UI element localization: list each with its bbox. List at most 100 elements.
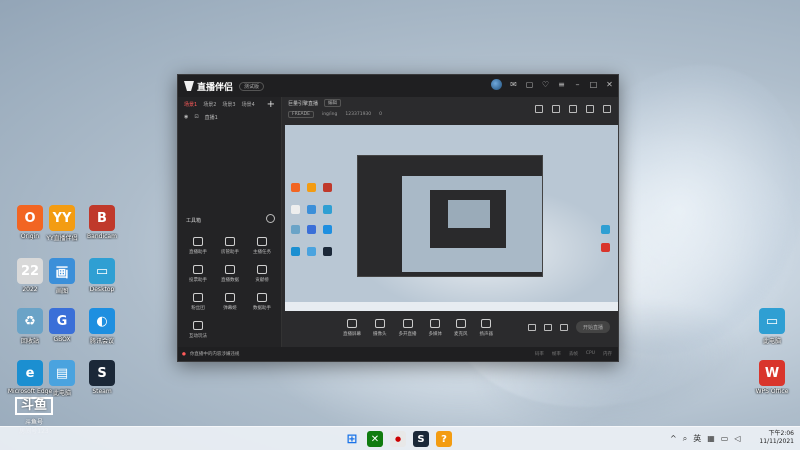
bottom-tool-icon <box>374 319 385 328</box>
bottom-tool-button[interactable]: 摄像头 <box>373 319 387 337</box>
status-warning[interactable]: 你直播中的内容涉嫌违规 <box>190 351 240 357</box>
preview-app-icon <box>601 243 610 252</box>
clock[interactable]: 下午2:06 11/11/2021 <box>754 430 794 446</box>
toolbox-title: 工具箱 <box>186 218 202 224</box>
bottom-tool-label: 多开直播 <box>398 332 417 337</box>
layout-icon[interactable] <box>569 105 577 113</box>
toolbox-item[interactable]: 直播数据 <box>214 265 246 283</box>
toolbox-item[interactable]: 弹幕姬 <box>214 293 246 311</box>
room-tag[interactable]: FREADE <box>288 110 314 118</box>
desktop-icon[interactable]: B Bandicam <box>78 205 126 240</box>
xbox-icon[interactable]: ✕ <box>367 431 383 447</box>
title-bar[interactable]: 直播伴侣 测试版 ✉ ▢ ♡ ≡ – □ ✕ <box>178 75 618 97</box>
bottom-tool-icon <box>402 319 413 328</box>
bell-icon[interactable] <box>586 105 594 113</box>
desktop-icon[interactable]: ▭ Desktop <box>78 258 126 293</box>
tool-label: 投票助手 <box>189 278 207 283</box>
desktop-icon[interactable]: S Steam <box>78 360 126 395</box>
desktop-app-icon: ▭ <box>759 308 785 334</box>
tool-icon <box>193 265 203 274</box>
desktop-icon[interactable]: ▭ 此电脑 <box>748 308 796 345</box>
toolbox-item[interactable]: 房管助手 <box>214 237 246 255</box>
desktop-app-icon: ▭ <box>89 258 115 284</box>
status-stat: 码率 <box>534 352 544 357</box>
skin-icon[interactable]: ▢ <box>525 80 534 89</box>
heart-icon[interactable]: ♡ <box>541 80 550 89</box>
toolbox-item[interactable]: 投票助手 <box>182 265 214 283</box>
steam-taskbar-icon[interactable]: S <box>413 431 429 447</box>
preview-app-icon <box>291 225 300 234</box>
main-toolbar <box>535 105 611 113</box>
language-indicator[interactable]: 英 <box>693 433 701 444</box>
preview-taskbar <box>285 302 618 311</box>
edit-pill[interactable]: 编辑 <box>324 99 342 107</box>
live-companion-taskbar-icon[interactable]: ? <box>436 431 452 447</box>
preview-app-icon <box>323 205 332 214</box>
status-stat: 内存 <box>603 352 612 357</box>
taskbar: ⊞ ✕ ● S ? ^ ⌕ 英 ▦ ▭ ◁ 下午2:06 11/11/2021 <box>0 426 800 450</box>
tool-icon <box>257 265 267 274</box>
desktop-icon[interactable]: W WPS Office <box>748 360 796 395</box>
bottom-tool-icon <box>430 319 441 328</box>
minimize-icon[interactable]: – <box>573 80 582 89</box>
scene-list-item[interactable]: ◉ ⊡ 直播1 <box>178 112 281 123</box>
network-icon[interactable]: ▭ <box>721 434 729 443</box>
toolbox-settings-icon[interactable] <box>266 214 275 223</box>
share-icon[interactable] <box>603 105 611 113</box>
tool-icon <box>193 237 203 246</box>
desktop-app-icon: W <box>759 360 785 386</box>
stream-preview[interactable] <box>285 125 618 311</box>
tab-scene-2[interactable]: 场景2 <box>203 101 216 108</box>
tool-label: 数据助手 <box>253 306 271 311</box>
preview-app-icon <box>601 225 610 234</box>
bandicam-taskbar-icon[interactable]: ● <box>390 431 406 447</box>
preview-app-icon <box>291 247 300 256</box>
warning-icon: ● <box>182 351 186 357</box>
live-companion-window[interactable]: 直播伴侣 测试版 ✉ ▢ ♡ ≡ – □ ✕ 场景1 场景2 场景3 场景4 +… <box>177 74 619 362</box>
start-icon[interactable]: ⊞ <box>344 431 360 447</box>
settings-icon[interactable] <box>560 323 568 331</box>
camera-icon[interactable] <box>528 323 536 331</box>
watermark-name: 斗鱼号 <box>24 419 43 426</box>
lock-icon[interactable]: ⊡ <box>194 114 198 121</box>
chevron-up-icon[interactable]: ^ <box>670 434 677 443</box>
bottom-tool-icon <box>455 319 466 328</box>
message-icon[interactable]: ✉ <box>509 80 518 89</box>
close-icon[interactable]: ✕ <box>605 80 614 89</box>
bottom-tool-button[interactable]: 多开直播 <box>399 319 417 337</box>
mic-icon[interactable]: ⌕ <box>683 434 687 444</box>
preview-app-icon <box>307 225 316 234</box>
toolbox-item[interactable]: 互动玩法 <box>182 321 214 339</box>
bottom-tool-label: 多媒体 <box>428 332 443 337</box>
viewer-count: 0 <box>379 111 383 117</box>
toolbox-item[interactable]: 贡献榜 <box>246 265 278 283</box>
maximize-icon[interactable]: □ <box>589 80 598 89</box>
bottom-tool-button[interactable]: 多媒体 <box>428 319 443 337</box>
eye-icon[interactable]: ◉ <box>184 114 188 121</box>
add-scene-icon[interactable]: + <box>267 99 275 110</box>
gift-icon[interactable] <box>535 105 543 113</box>
bottom-tool-button[interactable]: 直播屏幕 <box>343 319 361 337</box>
user-avatar[interactable] <box>491 79 502 90</box>
version-badge[interactable]: 测试版 <box>239 81 265 91</box>
tab-scene-1[interactable]: 场景1 <box>184 101 197 108</box>
toolbox-item[interactable]: 数据助手 <box>246 293 278 311</box>
tool-icon <box>193 321 203 330</box>
toolbox-item[interactable]: 粉丝团 <box>182 293 214 311</box>
tab-scene-4[interactable]: 场景4 <box>242 101 255 108</box>
tab-scene-3[interactable]: 场景3 <box>222 101 235 108</box>
scene-tabs: 场景1 场景2 场景3 场景4 <box>178 97 281 112</box>
volume-icon[interactable]: ◁ <box>734 434 740 443</box>
keyboard-icon[interactable]: ▦ <box>707 434 715 443</box>
record-icon[interactable] <box>544 323 552 331</box>
menu-icon[interactable]: ≡ <box>557 80 566 89</box>
status-stat: CPU <box>585 351 595 356</box>
bottom-tool-label: 直播屏幕 <box>343 332 361 337</box>
bottom-tool-button[interactable]: 扬声器 <box>480 319 493 337</box>
desktop-icon[interactable]: ◐ 腾讯会议 <box>78 308 126 345</box>
bottom-tool-button[interactable]: 麦克风 <box>454 319 468 337</box>
lock-icon[interactable] <box>552 105 560 113</box>
toolbox-item[interactable]: 主播任务 <box>246 237 278 255</box>
toolbox-item[interactable]: 直播助手 <box>182 237 214 255</box>
start-live-button[interactable]: 开始直播 <box>576 321 610 333</box>
